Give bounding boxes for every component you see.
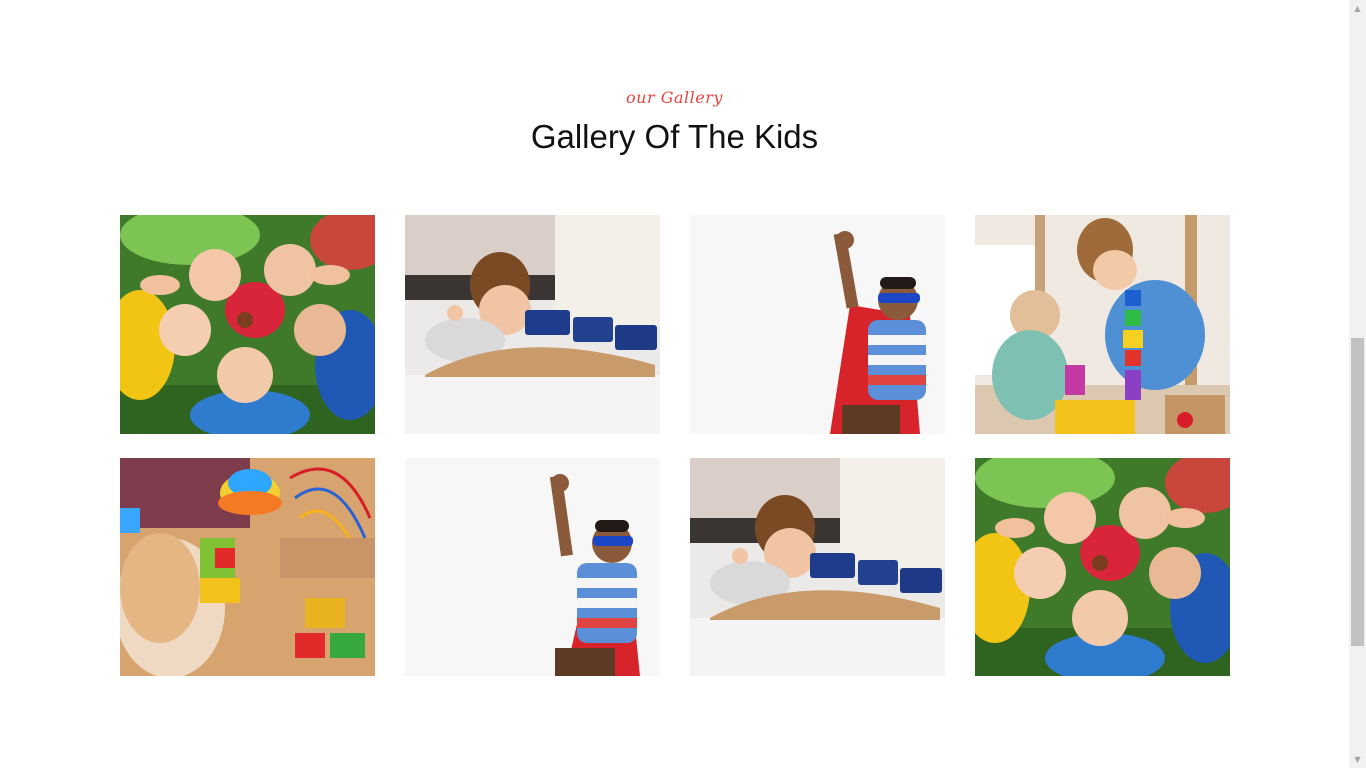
scroll-up-icon[interactable]: ▲: [1349, 0, 1366, 17]
gallery-item-kids-circle[interactable]: [975, 458, 1230, 676]
gallery-page: our Gallery Gallery Of The Kids: [0, 0, 1349, 768]
gallery-item-girl-toys[interactable]: [120, 458, 375, 676]
gallery-item-kids-blocks[interactable]: [975, 215, 1230, 434]
superhero-kid-photo: [405, 458, 660, 676]
girl-toys-photo: [120, 458, 375, 676]
gallery-grid: [120, 215, 1230, 676]
boy-train-photo: [405, 215, 660, 434]
kids-circle-photo: [120, 215, 375, 434]
section-subtitle: our Gallery: [626, 88, 723, 107]
boy-train-photo: [690, 458, 945, 676]
gallery-item-superhero[interactable]: [405, 458, 660, 676]
section-title: Gallery Of The Kids: [530, 118, 819, 155]
scrollbar-thumb[interactable]: [1351, 338, 1364, 646]
kids-circle-photo: [975, 458, 1230, 676]
gallery-item-superhero[interactable]: [690, 215, 945, 434]
gallery-item-boy-train[interactable]: [690, 458, 945, 676]
scroll-down-icon[interactable]: ▼: [1349, 751, 1366, 768]
gallery-item-boy-train[interactable]: [405, 215, 660, 434]
gallery-item-kids-circle[interactable]: [120, 215, 375, 434]
superhero-kid-photo: [690, 215, 945, 434]
vertical-scrollbar[interactable]: ▲ ▼: [1349, 0, 1366, 768]
kids-blocks-photo: [975, 215, 1230, 434]
